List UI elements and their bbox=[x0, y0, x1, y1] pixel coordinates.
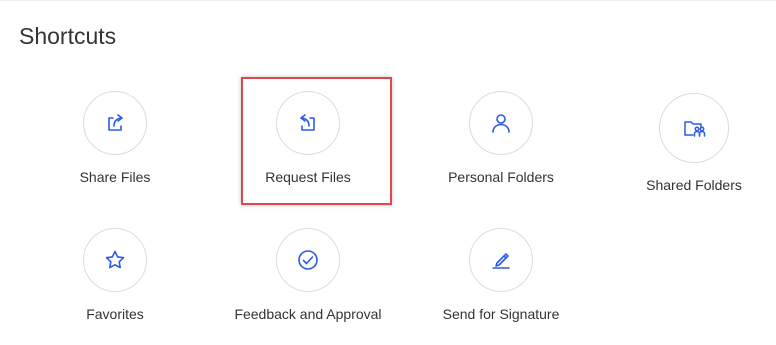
person-icon bbox=[492, 114, 510, 133]
send-signature-label: Send for Signature bbox=[442, 306, 560, 322]
shortcut-request-files[interactable]: Request Files bbox=[248, 91, 368, 186]
star-icon bbox=[105, 250, 125, 269]
request-files-label: Request Files bbox=[265, 169, 351, 185]
feedback-approval-circle[interactable] bbox=[276, 228, 340, 292]
top-divider bbox=[0, 0, 776, 1]
shortcut-personal-folders[interactable]: Personal Folders bbox=[431, 91, 571, 186]
shared-folders-circle[interactable] bbox=[659, 93, 729, 163]
feedback-approval-label: Feedback and Approval bbox=[234, 306, 382, 322]
send-signature-circle[interactable] bbox=[469, 228, 533, 292]
share-files-circle[interactable] bbox=[83, 91, 147, 155]
request-files-circle[interactable] bbox=[276, 91, 340, 155]
request-icon bbox=[300, 114, 315, 131]
share-files-label: Share Files bbox=[79, 169, 151, 185]
section-title: Shortcuts bbox=[19, 23, 117, 49]
shortcuts-panel: Shortcuts Share Files Request Files Pers… bbox=[0, 0, 776, 345]
personal-folders-circle[interactable] bbox=[469, 91, 533, 155]
shortcut-shared-folders[interactable]: Shared Folders bbox=[629, 93, 759, 194]
shortcut-favorites[interactable]: Favorites bbox=[55, 228, 175, 323]
shortcut-send-signature[interactable]: Send for Signature bbox=[431, 228, 571, 323]
signature-pen-icon bbox=[492, 253, 510, 269]
checkmark-icon bbox=[298, 250, 318, 270]
favorites-label: Favorites bbox=[86, 306, 144, 322]
share-icon bbox=[108, 114, 123, 131]
personal-folders-label: Personal Folders bbox=[448, 169, 554, 185]
shared-folder-icon bbox=[684, 121, 706, 137]
shortcut-feedback-approval[interactable]: Feedback and Approval bbox=[223, 228, 393, 323]
shared-folders-label: Shared Folders bbox=[646, 177, 742, 193]
favorites-circle[interactable] bbox=[83, 228, 147, 292]
shortcut-share-files[interactable]: Share Files bbox=[55, 91, 175, 186]
